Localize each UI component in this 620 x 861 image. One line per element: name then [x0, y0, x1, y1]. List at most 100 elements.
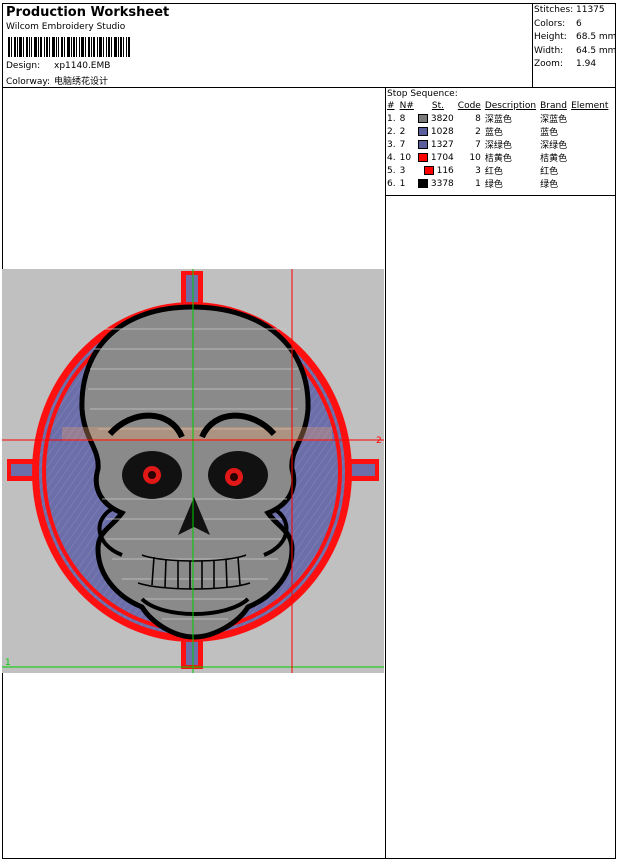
stop-stitch-count: 3820	[430, 113, 454, 124]
stop-row: 5. 3 116 3 红色 红色	[385, 164, 610, 177]
colorway-row: Colorway: 电脑绣花设计	[6, 74, 108, 87]
color-swatch	[417, 113, 428, 123]
stat-label: Zoom:	[534, 59, 563, 69]
stop-needle: 8	[399, 113, 406, 124]
stop-index: 6.	[387, 178, 396, 189]
color-swatch	[423, 165, 434, 175]
stats-panel: Stitches: 11375 Colors: 6 Height: 68.5 mm W…	[534, 4, 616, 72]
stop-stitches: 3820	[416, 112, 456, 125]
stats-divider	[532, 3, 533, 87]
barcode	[8, 37, 130, 57]
stat-label: Width:	[534, 45, 564, 56]
stat-zoom: Zoom: 1.94	[534, 58, 616, 72]
stop-row: 4. 10 1704 10 桔黄色 桔黄色	[385, 151, 610, 164]
col-code: Code	[457, 101, 481, 111]
stops-divider	[385, 195, 616, 196]
stop-sequence-title: Stop Sequence:	[387, 89, 458, 99]
design-preview: 2 1	[2, 269, 384, 673]
stop-needle: 3	[399, 165, 406, 176]
stop-row: 1. 8 3820 8 深蓝色 深蓝色	[385, 112, 610, 125]
stop-brand: 蓝色	[540, 128, 559, 138]
color-swatch	[417, 178, 428, 188]
stop-element	[569, 177, 610, 190]
stat-value: 1.94	[576, 59, 597, 69]
stop-stitches: 3378	[416, 177, 456, 190]
col-stitches: St.	[431, 101, 444, 111]
stop-header-row: # N# St. Code Description Brand Element	[385, 100, 610, 112]
stop-index: 1.	[387, 113, 396, 124]
stop-element	[569, 138, 610, 151]
stop-row: 3. 7 1327 7 深绿色 深绿色	[385, 138, 610, 151]
stop-needle: 7	[399, 139, 406, 150]
stop-stitches: 1028	[416, 125, 456, 138]
stop-element	[569, 112, 610, 125]
stop-code: 3	[475, 165, 481, 176]
col-brand: Brand	[540, 101, 567, 111]
stop-code: 10	[469, 152, 481, 163]
colorway-value: 电脑绣花设计	[54, 77, 109, 87]
header-divider	[2, 87, 616, 88]
stop-brand: 深蓝色	[540, 115, 568, 125]
stop-description: 桔黄色	[484, 154, 512, 164]
stop-element	[569, 151, 610, 164]
design-label: Design:	[6, 61, 41, 71]
stat-height: Height: 68.5 mm	[534, 31, 616, 45]
stop-row: 2. 2 1028 2 蓝色 蓝色	[385, 125, 610, 138]
colorway-label: Colorway:	[6, 77, 51, 87]
stat-colors: Colors: 6	[534, 18, 616, 32]
stop-brand: 桔黄色	[540, 154, 568, 164]
stop-description: 深绿色	[484, 141, 512, 151]
stop-code: 2	[475, 126, 481, 137]
stop-brand: 红色	[540, 167, 559, 177]
stop-row: 6. 1 3378 1 绿色 绿色	[385, 177, 610, 190]
stop-index: 2.	[387, 126, 396, 137]
stop-stitch-count: 1704	[430, 152, 454, 163]
marker-x-label: 2	[376, 436, 382, 446]
stop-description: 红色	[484, 167, 503, 177]
app-name: Wilcom Embroidery Studio	[6, 22, 126, 32]
stop-stitch-count: 3378	[430, 178, 454, 189]
stat-value: 6	[576, 18, 582, 29]
marker-y-label: 1	[5, 658, 11, 668]
stop-description: 蓝色	[484, 128, 503, 138]
stop-description: 绿色	[484, 180, 503, 190]
stop-needle: 2	[399, 126, 406, 137]
stop-element	[569, 125, 610, 138]
stop-index: 4.	[387, 152, 396, 163]
stop-needle: 10	[399, 152, 412, 163]
stop-brand: 深绿色	[540, 141, 568, 151]
stop-code: 8	[475, 113, 481, 124]
stat-stitches: Stitches: 11375	[534, 4, 616, 18]
stop-stitches: 1704	[416, 151, 456, 164]
stat-value: 64.5 mm	[576, 45, 617, 56]
stat-label: Height:	[534, 32, 567, 42]
stop-index: 5.	[387, 165, 396, 176]
stop-description: 深蓝色	[484, 115, 512, 125]
body-divider	[385, 87, 386, 859]
stat-label: Colors:	[534, 18, 566, 29]
stop-brand: 绿色	[540, 180, 559, 190]
stop-needle: 1	[399, 178, 406, 189]
col-index: #	[387, 101, 395, 111]
stat-value: 11375	[576, 5, 605, 15]
stop-stitch-count: 1327	[430, 139, 454, 150]
stop-code: 1	[475, 178, 481, 189]
stop-index: 3.	[387, 139, 396, 150]
col-needle: N#	[399, 101, 414, 111]
color-swatch	[417, 126, 428, 136]
stop-stitch-count: 1028	[430, 126, 454, 137]
stop-element	[569, 164, 610, 177]
color-swatch	[417, 139, 428, 149]
design-row: Design: xp1140.EMB	[6, 61, 110, 71]
stat-label: Stitches:	[534, 5, 574, 15]
color-swatch	[417, 152, 428, 162]
page-title: Production Worksheet	[6, 5, 170, 20]
stat-width: Width: 64.5 mm	[534, 45, 616, 59]
design-value: xp1140.EMB	[54, 61, 111, 71]
col-description: Description	[484, 101, 537, 111]
col-element: Element	[571, 101, 609, 111]
stop-code: 7	[475, 139, 481, 150]
stat-value: 68.5 mm	[576, 32, 617, 42]
stop-stitches: 1327	[416, 138, 456, 151]
stop-stitch-count: 116	[436, 165, 454, 176]
